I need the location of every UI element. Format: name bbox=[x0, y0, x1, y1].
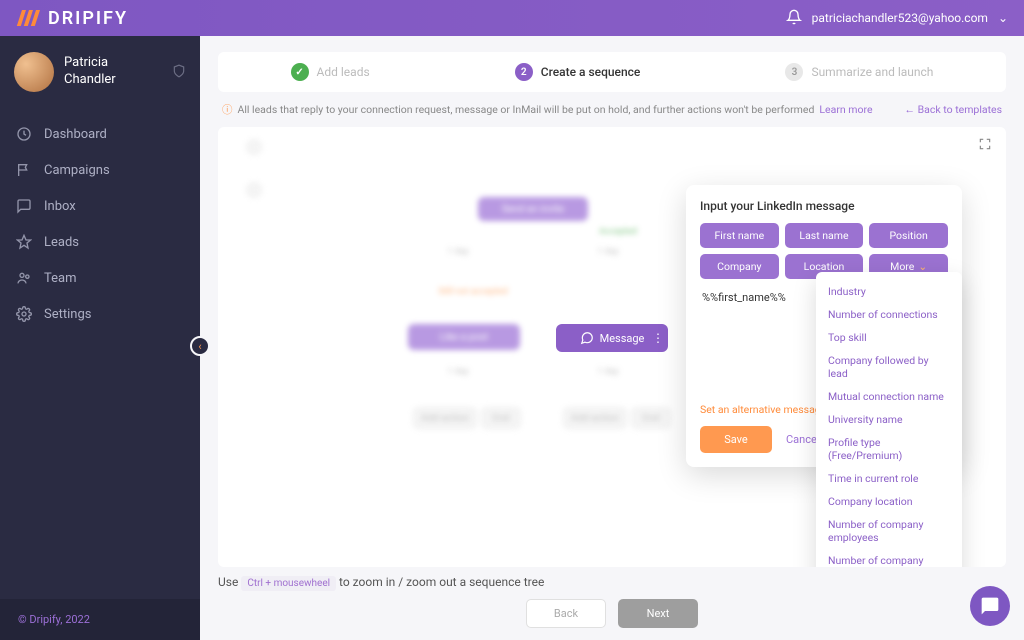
chevron-down-icon[interactable]: ⌄ bbox=[998, 11, 1008, 25]
message-node-label: Message bbox=[600, 332, 645, 345]
wizard-nav: Back Next bbox=[200, 589, 1024, 640]
dashboard-icon bbox=[16, 126, 32, 142]
save-button[interactable]: Save bbox=[700, 426, 772, 453]
logo-icon bbox=[16, 10, 42, 26]
chat-icon bbox=[16, 198, 32, 214]
back-to-templates-link[interactable]: ← Back to templates bbox=[905, 103, 1003, 116]
dropdown-item[interactable]: Industry bbox=[816, 280, 962, 303]
user-email[interactable]: patriciachandler523@yahoo.com bbox=[812, 11, 988, 25]
star-icon bbox=[16, 234, 32, 250]
dropdown-item[interactable]: Number of connections bbox=[816, 303, 962, 326]
user-name: Patricia Chandler bbox=[64, 55, 162, 89]
collapse-sidebar-button[interactable]: ‹ bbox=[190, 336, 210, 356]
dropdown-item[interactable]: Company location bbox=[816, 490, 962, 513]
sidebar-item-campaigns[interactable]: Campaigns bbox=[0, 152, 200, 188]
chip-company[interactable]: Company bbox=[700, 254, 779, 279]
topbar: DRIPIFY patriciachandler523@yahoo.com ⌄ bbox=[0, 0, 1024, 36]
dropdown-item[interactable]: Company followed by lead bbox=[816, 349, 962, 385]
popup-title: Input your LinkedIn message bbox=[700, 199, 948, 213]
chat-icon bbox=[980, 596, 1000, 616]
back-button[interactable]: Back bbox=[526, 599, 606, 628]
chip-last-name[interactable]: Last name bbox=[785, 223, 864, 248]
step-summarize[interactable]: 3 Summarize and launch bbox=[785, 63, 933, 81]
user-block[interactable]: Patricia Chandler bbox=[0, 36, 200, 108]
kebab-icon[interactable]: ⋮ bbox=[652, 331, 664, 345]
stepper: ✓ Add leads 2 Create a sequence 3 Summar… bbox=[218, 52, 1006, 92]
cancel-button[interactable]: Cancel bbox=[786, 433, 819, 446]
sidebar-item-label: Team bbox=[44, 271, 77, 286]
sidebar-item-label: Leads bbox=[44, 235, 79, 250]
sidebar-item-label: Inbox bbox=[44, 199, 76, 214]
dropdown-item[interactable]: Top skill bbox=[816, 326, 962, 349]
sidebar-item-leads[interactable]: Leads bbox=[0, 224, 200, 260]
dropdown-item[interactable]: Time in current role bbox=[816, 467, 962, 490]
team-icon bbox=[16, 270, 32, 286]
sidebar-item-label: Settings bbox=[44, 307, 91, 322]
step-add-leads[interactable]: ✓ Add leads bbox=[291, 63, 370, 81]
set-alternative-link[interactable]: Set an alternative message bbox=[700, 403, 826, 416]
learn-more-link[interactable]: Learn more bbox=[819, 103, 872, 116]
dropdown-item[interactable]: Number of company followers bbox=[816, 549, 962, 567]
dropdown-item[interactable]: Mutual connection name bbox=[816, 385, 962, 408]
info-bar: ⓘ All leads that reply to your connectio… bbox=[200, 92, 1024, 127]
step-create-sequence[interactable]: 2 Create a sequence bbox=[515, 63, 641, 81]
sidebar-item-label: Dashboard bbox=[44, 127, 107, 142]
sidebar-item-label: Campaigns bbox=[44, 163, 110, 178]
check-icon: ✓ bbox=[291, 63, 309, 81]
info-text: All leads that reply to your connection … bbox=[238, 103, 815, 116]
more-variables-dropdown: Industry Number of connections Top skill… bbox=[816, 272, 962, 567]
sidebar: Patricia Chandler Dashboard Campaigns In… bbox=[0, 36, 200, 640]
brand-logo[interactable]: DRIPIFY bbox=[16, 8, 128, 29]
chat-fab[interactable] bbox=[970, 586, 1010, 626]
shield-icon bbox=[172, 64, 186, 81]
zoom-hint: Use Ctrl + mousewheel to zoom in / zoom … bbox=[218, 575, 1006, 589]
avatar bbox=[14, 52, 54, 92]
sidebar-item-inbox[interactable]: Inbox bbox=[0, 188, 200, 224]
info-icon: ⓘ bbox=[222, 102, 233, 117]
sidebar-item-team[interactable]: Team bbox=[0, 260, 200, 296]
sidebar-footer: © Dripify, 2022 bbox=[0, 599, 200, 640]
sidebar-item-settings[interactable]: Settings bbox=[0, 296, 200, 332]
main: ✓ Add leads 2 Create a sequence 3 Summar… bbox=[200, 36, 1024, 640]
message-icon bbox=[580, 331, 594, 345]
nav-list: Dashboard Campaigns Inbox Leads Team Set… bbox=[0, 116, 200, 332]
dropdown-item[interactable]: University name bbox=[816, 408, 962, 431]
next-button[interactable]: Next bbox=[618, 599, 698, 628]
message-node[interactable]: Message ⋮ bbox=[556, 324, 668, 352]
flag-icon bbox=[16, 162, 32, 178]
dropdown-item[interactable]: Number of company employees bbox=[816, 513, 962, 549]
bell-icon[interactable] bbox=[786, 9, 802, 28]
brand-text: DRIPIFY bbox=[48, 8, 128, 29]
chip-first-name[interactable]: First name bbox=[700, 223, 779, 248]
sidebar-item-dashboard[interactable]: Dashboard bbox=[0, 116, 200, 152]
gear-icon bbox=[16, 306, 32, 322]
sequence-canvas[interactable]: Send an invite 1 day 1 day Still not acc… bbox=[218, 127, 1006, 567]
chip-position[interactable]: Position bbox=[869, 223, 948, 248]
dropdown-item[interactable]: Profile type (Free/Premium) bbox=[816, 431, 962, 467]
